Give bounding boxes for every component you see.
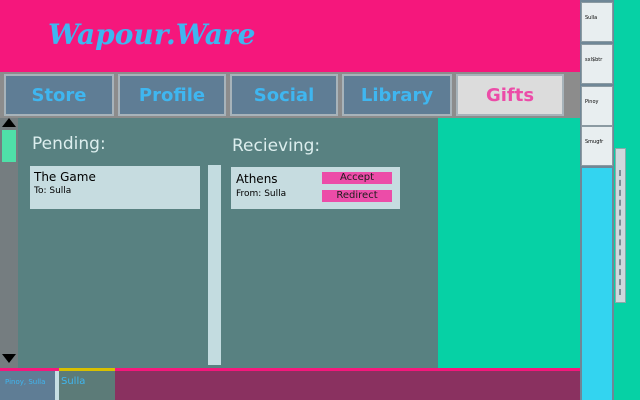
- receiving-title: Recieving:: [232, 136, 321, 156]
- chat-tab-sulla-label: Sulla: [61, 376, 86, 387]
- chat-tab-sulla[interactable]: Sulla: [59, 371, 115, 400]
- pending-gift-recipient: To: Sulla: [34, 186, 72, 196]
- friend-item[interactable]: Smugfr: [581, 126, 613, 166]
- tab-profile[interactable]: Profile: [118, 74, 226, 116]
- friend-item[interactable]: Pinoy: [581, 86, 613, 126]
- tab-gifts[interactable]: Gifts: [456, 74, 564, 116]
- redirect-button[interactable]: Redirect: [322, 190, 392, 202]
- tab-library[interactable]: Library: [342, 74, 452, 116]
- pending-gift-card[interactable]: The Game To: Sulla: [30, 166, 200, 209]
- tab-social[interactable]: Social: [230, 74, 338, 116]
- tab-store[interactable]: Store: [4, 74, 114, 116]
- scrollbar-thumb[interactable]: [2, 130, 16, 162]
- panel-divider: [208, 165, 221, 365]
- gifts-panel: [18, 118, 438, 368]
- app-logo: Wapour.Ware: [48, 18, 256, 51]
- friend-item[interactable]: Sulla: [581, 2, 613, 42]
- side-panel: [438, 118, 580, 368]
- pending-gift-name: The Game: [34, 170, 96, 184]
- scroll-up-icon[interactable]: [2, 118, 16, 127]
- scroll-down-icon[interactable]: [2, 354, 16, 363]
- right-scrollbar-grip[interactable]: [619, 170, 623, 295]
- pending-title: Pending:: [32, 134, 106, 154]
- friend-item[interactable]: sxl$btr: [581, 44, 613, 84]
- chat-tab-group-label: Pinoy, Sulla: [5, 378, 46, 386]
- accept-button[interactable]: Accept: [322, 172, 392, 184]
- friends-list-area: [582, 168, 612, 400]
- chat-tab-group[interactable]: Pinoy, Sulla: [0, 371, 58, 400]
